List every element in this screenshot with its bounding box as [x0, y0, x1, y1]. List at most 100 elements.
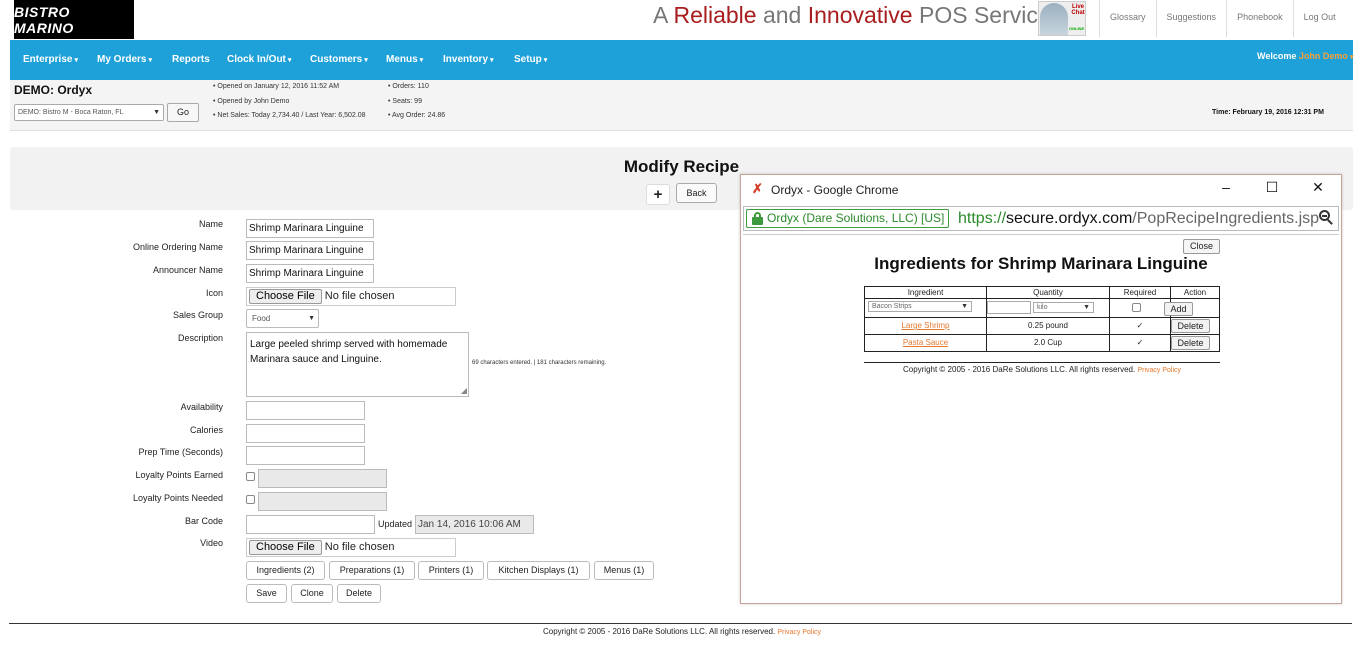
caret-down-icon: ▾	[490, 57, 494, 64]
nav-enterprise[interactable]: Enterprise ▾	[23, 40, 78, 80]
preparations-button[interactable]: Preparations (1)	[329, 561, 415, 580]
no-file-text: No file chosen	[324, 541, 395, 553]
name-input[interactable]: Shrimp Marinara Linguine	[246, 219, 374, 238]
clone-button[interactable]: Clone	[291, 584, 333, 603]
column-header: Ingredient	[907, 288, 944, 297]
sales-group-select[interactable]: Food ▼	[246, 309, 319, 328]
orders-count: • Orders: 110	[388, 83, 429, 90]
updated-label: Updated	[378, 519, 413, 529]
char-count: 69 characters entered. | 181 characters …	[472, 360, 607, 366]
link-phonebook[interactable]: Phonebook	[1226, 0, 1293, 37]
zoom-out-icon[interactable]	[1319, 210, 1334, 225]
resize-handle-icon[interactable]: ◢	[461, 387, 467, 395]
nav-my-orders[interactable]: My Orders ▾	[97, 40, 152, 80]
unit-select[interactable]: kilo ▼	[1033, 302, 1094, 313]
video-file-input[interactable]: Choose File No file chosen	[246, 538, 456, 557]
add-ingredient-button[interactable]: Add	[1164, 302, 1193, 316]
caret-down-icon: ▾	[1349, 54, 1354, 61]
nav-customers[interactable]: Customers ▾	[310, 40, 368, 80]
calories-input[interactable]	[246, 424, 365, 443]
nav-setup[interactable]: Setup ▾	[514, 40, 547, 80]
ingredients-table: Ingredient Quantity Required Action Baco…	[864, 286, 1220, 352]
delete-button[interactable]: Delete	[337, 584, 381, 603]
nav-menus[interactable]: Menus ▾	[386, 40, 423, 80]
maximize-icon[interactable]: ☐	[1262, 179, 1282, 196]
ingredient-quantity: 2.0 Cup	[1033, 338, 1063, 347]
kitchen-displays-button[interactable]: Kitchen Displays (1)	[487, 561, 590, 580]
brand-logo[interactable]: BISTRO MARINO	[14, 0, 134, 39]
prep-time-label: Prep Time (Seconds)	[138, 447, 223, 457]
close-window-icon[interactable]: ✕	[1308, 179, 1328, 196]
menus-button[interactable]: Menus (1)	[594, 561, 654, 580]
link-suggestions[interactable]: Suggestions	[1155, 0, 1227, 37]
no-file-text: No file chosen	[324, 290, 395, 302]
loyalty-earned-input	[258, 469, 387, 488]
video-label: Video	[200, 538, 223, 548]
loyalty-needed-input	[258, 492, 387, 511]
popup-titlebar[interactable]: ✗ Ordyx - Google Chrome – ☐ ✕	[741, 175, 1341, 204]
ingredient-select[interactable]: Bacon Strips ▼	[868, 301, 972, 312]
updated-value: Jan 14, 2016 10:06 AM	[415, 515, 534, 534]
printers-button[interactable]: Printers (1)	[418, 561, 484, 580]
avg-order: • Avg Order: 24.86	[388, 112, 446, 119]
secure-badge[interactable]: Ordyx (Dare Solutions, LLC) [US]	[746, 209, 950, 228]
caret-down-icon: ▾	[543, 57, 548, 64]
quantity-input[interactable]	[987, 301, 1031, 314]
net-sales: • Net Sales: Today 2,734.40 / Last Year:…	[213, 112, 366, 119]
loyalty-earned-label: Loyalty Points Earned	[135, 470, 223, 480]
ingredient-link[interactable]: Large Shrimp	[865, 321, 986, 330]
privacy-policy-link[interactable]: Privacy Policy	[777, 629, 821, 636]
caret-down-icon: ▾	[419, 57, 424, 64]
popup-close-button[interactable]: Close	[1183, 239, 1220, 254]
go-button[interactable]: Go	[167, 103, 199, 122]
save-button[interactable]: Save	[246, 584, 287, 603]
copyright-text: Copyright © 2005 - 2016 DaRe Solutions L…	[542, 627, 776, 636]
nav-reports[interactable]: Reports	[172, 40, 210, 80]
tagline-highlight: Innovative	[807, 2, 913, 28]
online-name-input[interactable]: Shrimp Marinara Linguine	[246, 241, 374, 260]
icon-label: Icon	[205, 288, 223, 298]
footer-divider	[9, 623, 1352, 624]
back-button[interactable]: Back	[676, 183, 717, 203]
column-header: Action	[1183, 288, 1207, 297]
welcome-message[interactable]: Welcome John Demo ▾	[1257, 51, 1353, 61]
choose-file-button[interactable]: Choose File	[249, 289, 322, 304]
nav-clock-in-out[interactable]: Clock In/Out ▾	[227, 40, 291, 80]
delete-ingredient-button[interactable]: Delete	[1171, 336, 1210, 350]
loyalty-needed-checkbox[interactable]	[246, 495, 255, 504]
add-button[interactable]: +	[646, 184, 670, 205]
ordyx-app-icon: ✗	[752, 181, 763, 196]
barcode-label: Bar Code	[184, 516, 223, 526]
nav-inventory[interactable]: Inventory ▾	[443, 40, 494, 80]
live-chat-button[interactable]: Live Chat ONLINE	[1038, 1, 1086, 36]
location-select[interactable]: DEMO: Bistro M - Boca Raton, FL ▼	[14, 104, 164, 121]
ingredients-heading: Ingredients for Shrimp Marinara Linguine	[874, 254, 1208, 273]
link-logout[interactable]: Log Out	[1292, 0, 1346, 37]
prep-time-input[interactable]	[246, 446, 365, 465]
loyalty-earned-checkbox[interactable]	[246, 472, 255, 481]
barcode-input[interactable]	[246, 515, 375, 534]
current-time: Time: February 19, 2016 12:31 PM	[1212, 109, 1324, 116]
minimize-icon[interactable]: –	[1216, 179, 1236, 195]
ingredients-button[interactable]: Ingredients (2)	[246, 561, 325, 580]
availability-label: Availability	[180, 402, 223, 412]
opened-on: • Opened on January 12, 2016 11:52 AM	[213, 83, 340, 90]
address-bar[interactable]: Ordyx (Dare Solutions, LLC) [US] https:/…	[743, 206, 1339, 231]
description-textarea[interactable]: Large peeled shrimp served with homemade…	[246, 332, 469, 397]
loyalty-needed-label: Loyalty Points Needed	[132, 493, 223, 503]
delete-ingredient-button[interactable]: Delete	[1171, 319, 1210, 333]
privacy-policy-link[interactable]: Privacy Policy	[1137, 367, 1181, 374]
ingredient-quantity: 0.25 pound	[1027, 321, 1069, 330]
url-text[interactable]: https://secure.ordyx.com/PopRecipeIngred…	[958, 209, 1319, 228]
icon-file-input[interactable]: Choose File No file chosen	[246, 287, 456, 306]
required-checkbox[interactable]	[1132, 303, 1141, 312]
popup-footer-divider	[864, 362, 1220, 363]
availability-input[interactable]	[246, 401, 365, 420]
announcer-name-input[interactable]: Shrimp Marinara Linguine	[246, 264, 374, 283]
choose-file-button[interactable]: Choose File	[249, 540, 322, 555]
link-glossary[interactable]: Glossary	[1099, 0, 1156, 37]
user-name: John Demo	[1298, 51, 1348, 61]
location-title: DEMO: Ordyx	[14, 83, 93, 97]
ingredient-link[interactable]: Pasta Sauce	[865, 338, 986, 347]
tagline-highlight: Reliable	[673, 2, 757, 28]
